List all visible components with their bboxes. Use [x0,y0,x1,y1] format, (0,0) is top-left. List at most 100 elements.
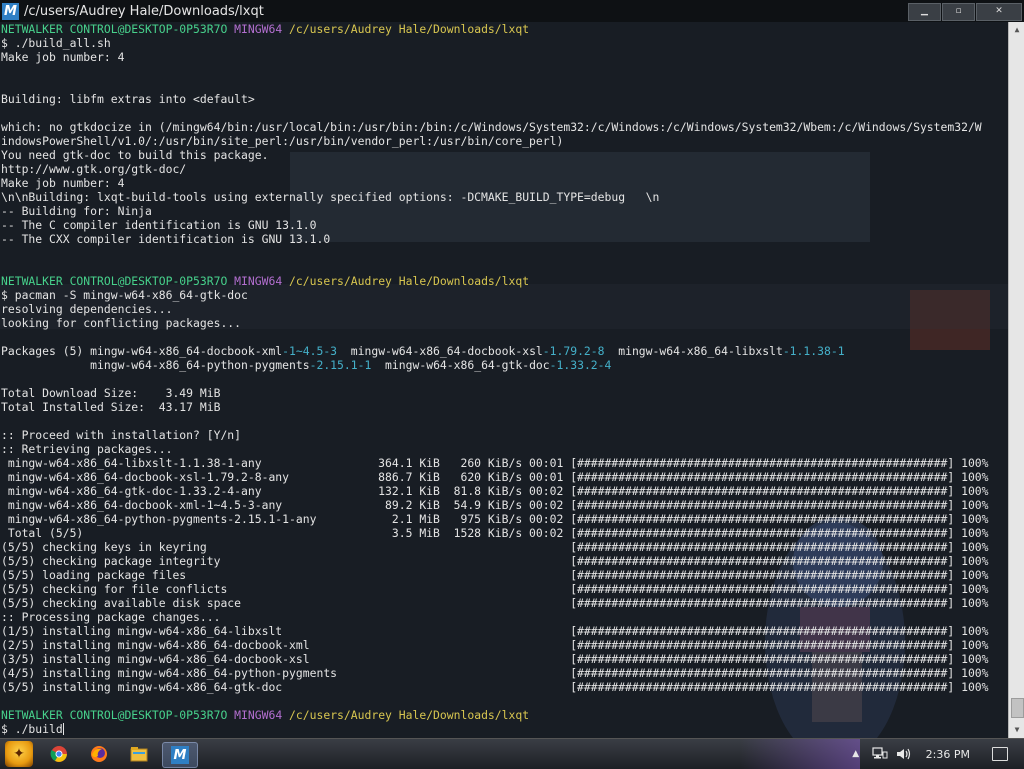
close-button[interactable]: ✕ [976,3,1022,21]
terminal-line-segment: -- The C compiler identification is GNU … [1,218,317,232]
terminal-line-segment: mingw-w64-x86_64-docbook-xsl [337,344,543,358]
terminal-line-segment: $ pacman -S mingw-w64-x86_64-gtk-doc [1,288,248,302]
window-title-bar[interactable]: M /c/users/Audrey Hale/Downloads/lxqt ▁ … [0,0,1024,22]
terminal-line-segment: -- The CXX compiler identification is GN… [1,232,331,246]
terminal-line-segment: (1/5) installing mingw-w64-x86_64-libxsl… [1,624,989,638]
scroll-up-arrow-icon[interactable]: ▲ [1009,22,1024,38]
terminal-line: -- The C compiler identification is GNU … [1,218,989,232]
terminal-line-segment: Packages (5) mingw-w64-x86_64-docbook-xm… [1,344,283,358]
terminal-line-segment: (2/5) installing mingw-w64-x86_64-docboo… [1,638,989,652]
terminal-line-segment: (5/5) checking keys in keyring [########… [1,540,989,554]
terminal-line: \n\nBuilding: lxqt-build-tools using ext… [1,190,989,204]
terminal-line: resolving dependencies... [1,302,989,316]
terminal-line-segment: (5/5) installing mingw-w64-x86_64-gtk-do… [1,680,989,694]
terminal-line: $ ./build_all.sh [1,36,989,50]
terminal-lines: NETWALKER CONTROL@DESKTOP-0P53R7O MINGW6… [1,22,989,736]
clock[interactable]: 2:36 PM [926,748,970,761]
terminal-line: NETWALKER CONTROL@DESKTOP-0P53R7O MINGW6… [1,22,989,36]
terminal-line-segment: Total (5/5) 3.5 MiB 1528 KiB/s 00:02 [##… [1,526,989,540]
terminal-line: Make job number: 4 [1,50,989,64]
terminal-output[interactable]: NETWALKER CONTROL@DESKTOP-0P53R7O MINGW6… [0,22,1008,738]
terminal-line: (5/5) checking for file conflicts [#####… [1,582,989,596]
minimize-button[interactable]: ▁ [908,3,941,21]
taskbar: ✦ M ▲ 2:36 PM [0,738,1024,769]
taskbar-file-explorer[interactable] [122,742,156,766]
terminal-line-segment: mingw-w64-x86_64-python-pygments [1,358,310,372]
terminal-line: mingw-w64-x86_64-python-pygments-2.15.1-… [1,358,989,372]
terminal-line: indowsPowerShell/v1.0/:/usr/bin/site_per… [1,134,989,148]
terminal-line-segment: (5/5) checking for file conflicts [#####… [1,582,989,596]
terminal-app-icon[interactable]: M [2,2,19,20]
terminal-line: $ pacman -S mingw-w64-x86_64-gtk-doc [1,288,989,302]
terminal-line-segment: Make job number: 4 [1,176,125,190]
system-tray: ▲ 2:36 PM [844,739,1024,769]
terminal-line-segment: $ ./build [1,722,63,736]
terminal-line: Total Installed Size: 43.17 MiB [1,400,989,414]
terminal-line: $ ./build [1,722,989,736]
terminal-line-segment: mingw-w64-x86_64-python-pygments-2.15.1-… [1,512,989,526]
terminal-line-segment: MINGW64 [234,708,283,722]
scroll-down-arrow-icon[interactable]: ▼ [1009,722,1024,738]
terminal-line: NETWALKER CONTROL@DESKTOP-0P53R7O MINGW6… [1,708,989,722]
terminal-line-segment: NETWALKER CONTROL@DESKTOP-0P53R7O [1,708,228,722]
terminal-line-segment: -1.33.2-4 [549,358,612,372]
terminal-line-segment: NETWALKER CONTROL@DESKTOP-0P53R7O [1,274,228,288]
terminal-line-segment: (5/5) loading package files [###########… [1,568,989,582]
terminal-line-segment: Total Download Size: 3.49 MiB [1,386,221,400]
terminal-line-segment: /c/users/Audrey Hale/Downloads/lxqt [289,708,530,722]
terminal-line: You need gtk-doc to build this package. [1,148,989,162]
terminal-line-segment: mingw-w64-x86_64-docbook-xsl-1.79.2-8-an… [1,470,989,484]
terminal-line-segment: (3/5) installing mingw-w64-x86_64-docboo… [1,652,989,666]
terminal-line: Packages (5) mingw-w64-x86_64-docbook-xm… [1,344,989,358]
terminal-line: (5/5) loading package files [###########… [1,568,989,582]
terminal-line-segment: looking for conflicting packages... [1,316,242,330]
terminal-line-segment: -2.15.1-1 [309,358,372,372]
terminal-line: (1/5) installing mingw-w64-x86_64-libxsl… [1,624,989,638]
terminal-line-segment: /c/users/Audrey Hale/Downloads/lxqt [289,274,530,288]
chrome-icon [50,746,67,762]
terminal-line: -- Building for: Ninja [1,204,989,218]
terminal-line-segment: (5/5) checking package integrity [######… [1,554,989,568]
terminal-line: (5/5) checking keys in keyring [########… [1,540,989,554]
taskbar-terminal[interactable]: M [162,742,198,768]
terminal-line: NETWALKER CONTROL@DESKTOP-0P53R7O MINGW6… [1,274,989,288]
window-title: /c/users/Audrey Hale/Downloads/lxqt [24,3,264,19]
terminal-line-segment: :: Proceed with installation? [Y/n] [1,428,242,442]
terminal-line-segment: -- Building for: Ninja [1,204,152,218]
terminal-line-segment: indowsPowerShell/v1.0/:/usr/bin/site_per… [1,134,564,148]
notification-center-icon[interactable] [992,747,1008,761]
terminal-line-segment: http://www.gtk.org/gtk-doc/ [1,162,187,176]
terminal-line: :: Proceed with installation? [Y/n] [1,428,989,442]
terminal-line-segment: mingw-w64-x86_64-libxslt [604,344,783,358]
terminal-line: mingw-w64-x86_64-libxslt-1.1.38-1-any 36… [1,456,989,470]
terminal-line-segment: (5/5) checking available disk space [###… [1,596,989,610]
volume-icon[interactable] [896,746,912,762]
terminal-icon: M [171,746,189,764]
terminal-line: (5/5) installing mingw-w64-x86_64-gtk-do… [1,680,989,694]
terminal-line-segment: resolving dependencies... [1,302,173,316]
terminal-line-segment: which: no gtkdocize in (/mingw64/bin:/us… [1,120,982,134]
taskbar-chrome[interactable] [42,742,76,766]
start-button[interactable]: ✦ [5,741,33,767]
maximize-button[interactable]: ▫ [942,3,975,21]
terminal-line-segment: :: Processing package changes... [1,610,221,624]
terminal-line: (3/5) installing mingw-w64-x86_64-docboo… [1,652,989,666]
terminal-line-segment: :: Retrieving packages... [1,442,173,456]
start-orb-icon: ✦ [13,746,25,762]
terminal-line: Building: libfm extras into <default> [1,92,989,106]
vertical-scrollbar[interactable]: ▲ ▼ [1008,22,1024,738]
terminal-line: mingw-w64-x86_64-docbook-xsl-1.79.2-8-an… [1,470,989,484]
taskbar-firefox[interactable] [82,742,116,766]
terminal-line-segment: -1.79.2-8 [542,344,605,358]
show-hidden-icons-button[interactable]: ▲ [848,746,864,762]
terminal-line: Make job number: 4 [1,176,989,190]
terminal-line-segment: -1~4.5-3 [282,344,338,358]
network-icon[interactable] [872,746,888,762]
scroll-thumb[interactable] [1011,698,1024,718]
